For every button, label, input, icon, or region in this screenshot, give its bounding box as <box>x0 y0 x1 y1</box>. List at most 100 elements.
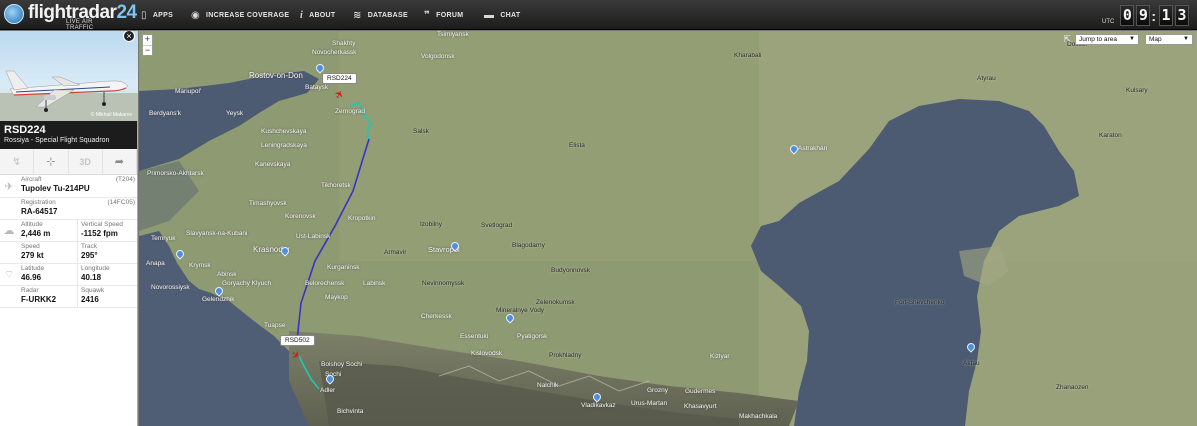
share-icon[interactable]: ➦ <box>103 149 137 174</box>
chevron-down-icon: ▼ <box>1183 36 1189 42</box>
place-label: Labinsk <box>363 280 386 287</box>
nav-forum[interactable]: ❞ FORUM <box>424 0 463 30</box>
latitude-label: Latitude <box>21 265 45 272</box>
nav-database[interactable]: ≋ DATABASE <box>353 0 408 30</box>
registration-row: Registration (14FC05) RA-64517 <box>0 198 137 220</box>
place-label: Gelendzhik <box>202 296 235 303</box>
position-row: ⌔ Latitude 46.96 Longitude 40.18 <box>0 264 137 286</box>
track-value: 295° <box>81 251 98 260</box>
radar-cell: Radar F-URKK2 <box>18 286 77 307</box>
nav-about[interactable]: i ABOUT <box>300 0 335 30</box>
route-icon[interactable]: ↯ <box>0 149 35 174</box>
registration-value: RA-64517 <box>21 207 58 216</box>
place-label: Timashyovsk <box>249 200 287 207</box>
place-label: Kurganinsk <box>327 264 360 271</box>
speed-cell: Speed 279 kt <box>18 242 77 263</box>
center-map-icon[interactable]: ⊹ <box>34 149 69 174</box>
utc-label: UTC <box>1101 19 1115 25</box>
place-label: Berdyans'k <box>149 110 181 117</box>
place-label: Bolshoy Sochi <box>321 361 363 368</box>
globe-icon <box>4 4 24 24</box>
squawk-cell: Squawk 2416 <box>77 286 137 307</box>
place-label: Volgodonsk <box>421 53 455 60</box>
place-label: Belorechensk <box>305 280 345 287</box>
nav-chat[interactable]: ▬ CHAT <box>484 0 520 30</box>
place-label: Goryachy Klyuch <box>222 280 272 287</box>
place-label: Korenovsk <box>285 213 316 220</box>
place-label: Adler <box>320 387 336 394</box>
place-label: Shakhty <box>332 40 356 47</box>
latitude-cell: Latitude 46.96 <box>18 264 77 285</box>
flightradar24-logo[interactable]: flightradar24 LIVE AIR TRAFFIC <box>4 2 137 31</box>
jump-to-area-label: Jump to area <box>1079 36 1117 43</box>
info-icon: i <box>300 9 304 21</box>
place-label: Aktau <box>963 360 980 367</box>
zoom-in-button[interactable]: + <box>143 35 152 45</box>
flight-label-rsd502[interactable]: RSD502 <box>280 335 315 346</box>
place-label: Bichvinta <box>337 408 364 415</box>
map-type-label: Map <box>1149 36 1162 43</box>
speed-value: 279 kt <box>21 251 44 260</box>
utc-clock: UTC 0 9 : 1 3 <box>1102 5 1189 26</box>
flight-map[interactable]: Tsimlyansk Shakhty Novocherkassk Volgodo… <box>139 31 1197 426</box>
aircraft-value: Tupolev Tu-214PU <box>21 184 90 193</box>
database-icon: ≋ <box>353 9 362 21</box>
speed-icon-space <box>0 242 18 263</box>
place-label: Zhanaozen <box>1056 384 1089 391</box>
radar-value: F-URKK2 <box>21 295 57 304</box>
nav-apps[interactable]: ▯ APPS <box>141 0 173 30</box>
place-label: Atyrau <box>977 75 996 82</box>
longitude-value: 40.18 <box>81 273 102 282</box>
map-type-select[interactable]: Map ▼ <box>1145 34 1193 45</box>
speed-row: Speed 279 kt Track 295° <box>0 242 137 264</box>
vertical-speed-label: Vertical Speed <box>81 221 123 228</box>
place-label: Astrakhan <box>798 145 828 152</box>
place-label: Kropotkin <box>348 215 376 222</box>
aircraft-row: ✈ Aircraft (T204) Tupolev Tu-214PU <box>0 175 137 198</box>
place-label: Kislovodsk <box>471 350 503 357</box>
map-terrain <box>139 31 1197 426</box>
place-label: Tsimlyansk <box>437 31 469 38</box>
place-label: Nalchik <box>537 382 559 389</box>
view-3d-button[interactable]: 3D <box>69 149 103 174</box>
place-label: Essentuki <box>460 333 489 340</box>
place-label: Mariupol' <box>175 88 202 95</box>
latitude-value: 46.96 <box>21 273 42 282</box>
squawk-label: Squawk <box>81 287 105 294</box>
speed-label: Speed <box>21 243 40 250</box>
clock-digit: 9 <box>1136 5 1151 26</box>
place-label: Fort-Shevchenko <box>895 299 945 306</box>
place-label: Cherkessk <box>421 313 452 320</box>
place-label: Mineralnye Vody <box>496 307 545 314</box>
place-label: Ust-Labinsk <box>296 233 331 240</box>
longitude-label: Longitude <box>81 265 110 272</box>
aircraft-code: (T204) <box>115 176 135 183</box>
nav-increase-coverage[interactable]: ◉ INCREASE COVERAGE <box>191 0 289 30</box>
place-label: Izobilny <box>420 221 443 228</box>
jump-to-area-select[interactable]: Jump to area ▼ <box>1075 34 1139 45</box>
plane-icon: ✈ <box>4 180 14 193</box>
collapse-arrows-icon[interactable]: ⇱ <box>1063 34 1071 45</box>
flight-label-rsd224[interactable]: RSD224 <box>322 73 357 84</box>
flight-info-panel: © Mikhail Makarov × RSD224 Rossiya - Spe… <box>0 31 138 426</box>
place-label: Tikhoretsk <box>321 182 351 189</box>
place-label: Primorsko-Akhtarsk <box>147 170 204 177</box>
place-label: Maykop <box>325 294 348 301</box>
zoom-out-button[interactable]: − <box>143 45 152 55</box>
aircraft-photo-image <box>0 70 138 121</box>
place-label: Novorossiysk <box>151 284 190 291</box>
callsign-header: RSD224 Rossiya - Special Flight Squadron <box>0 121 137 149</box>
place-label: Temryuk <box>151 235 176 242</box>
brand-tagline: LIVE AIR TRAFFIC <box>66 19 94 31</box>
place-label: Zelenokumsk <box>536 299 575 306</box>
place-label: Zernograd <box>335 108 365 115</box>
clock-colon: : <box>1151 8 1156 24</box>
flight-toolbar: ↯ ⊹ 3D ➦ <box>0 149 137 175</box>
place-label: Prokhladny <box>549 352 582 359</box>
place-label: Armavir <box>384 249 407 256</box>
vertical-speed-cell: Vertical Speed -1152 fpm <box>77 220 137 241</box>
place-label: Kulsary <box>1126 87 1148 94</box>
chevron-down-icon: ▼ <box>1129 36 1135 42</box>
phone-icon: ▯ <box>141 9 147 21</box>
place-label: Rostov-on-Don <box>249 71 303 80</box>
